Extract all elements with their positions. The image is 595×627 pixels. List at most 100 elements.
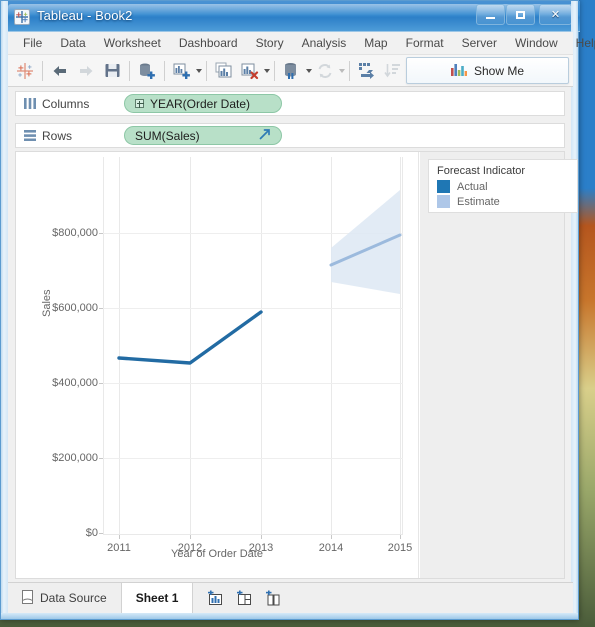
x-tickmark-2013 <box>261 535 262 539</box>
menu-item-dashboard[interactable]: Dashboard <box>170 33 247 53</box>
minimize-button[interactable] <box>476 4 505 25</box>
forward-arrow-icon <box>73 58 99 84</box>
menu-bar: File Data Worksheet Dashboard Story Anal… <box>8 32 595 55</box>
y-tick-4: $800,000 <box>52 227 98 239</box>
y-tick-2: $400,000 <box>52 377 98 389</box>
y-tickmark-2 <box>99 383 103 384</box>
menu-item-data[interactable]: Data <box>51 33 94 53</box>
menu-item-file[interactable]: File <box>14 33 51 53</box>
menu-item-story[interactable]: Story <box>247 33 293 53</box>
plot-area[interactable]: Sales $0 $200,000 $400,000 $600,000 $800… <box>41 157 412 554</box>
y-tickmark-3 <box>99 308 103 309</box>
chart-gridlines <box>119 157 401 535</box>
tab-sheet-1-label: Sheet 1 <box>135 591 179 605</box>
tableau-logo-icon[interactable] <box>12 58 38 84</box>
legend-label-estimate: Estimate <box>457 195 500 208</box>
toolbar-separator <box>349 60 350 81</box>
new-data-source-icon[interactable] <box>134 58 160 84</box>
toolbar-separator <box>274 60 275 81</box>
tab-data-source[interactable]: Data Source <box>8 583 122 613</box>
legend-swatch-actual <box>437 180 450 193</box>
legend-label-actual: Actual <box>457 180 488 193</box>
window-bottom-edge <box>1 613 578 619</box>
toolbar-separator <box>129 60 130 81</box>
tableau-app-icon <box>14 9 30 25</box>
title-bar: Tableau - Book2 ✕ <box>1 1 580 32</box>
toolbar-separator <box>164 60 165 81</box>
sort-ascending-icon <box>380 58 406 84</box>
x-tickmark-2015 <box>400 535 401 539</box>
new-story-tab-icon[interactable] <box>265 590 282 606</box>
rows-icon <box>24 130 36 141</box>
show-me-label: Show Me <box>473 63 525 78</box>
y-tickmark-4 <box>99 233 103 234</box>
tableau-window: Tableau - Book2 ✕ File Data Worksheet Da… <box>0 0 595 620</box>
toolbar-separator <box>206 60 207 81</box>
new-dashboard-tab-icon[interactable] <box>236 590 253 606</box>
menu-item-map[interactable]: Map <box>355 33 396 53</box>
x-tickmark-2012 <box>190 535 191 539</box>
columns-shelf[interactable]: Columns YEAR(Order Date) <box>15 91 565 116</box>
menu-item-analysis[interactable]: Analysis <box>293 33 356 53</box>
y-tick-3: $600,000 <box>52 302 98 314</box>
clear-sheet-dropdown-caret-icon[interactable] <box>264 68 270 73</box>
refresh-dropdown-caret-icon <box>339 68 345 73</box>
close-button[interactable]: ✕ <box>539 4 572 25</box>
back-arrow-icon[interactable] <box>47 58 73 84</box>
new-worksheet-dropdown-caret-icon[interactable] <box>196 68 202 73</box>
menu-item-worksheet[interactable]: Worksheet <box>95 33 170 53</box>
show-me-bars-icon <box>450 62 467 79</box>
window-left-edge <box>1 1 8 619</box>
window-title: Tableau - Book2 <box>37 8 133 23</box>
x-tickmark-2011 <box>119 535 120 539</box>
forecast-arrow-icon <box>259 128 271 143</box>
columns-label: Columns <box>42 96 90 111</box>
new-worksheet-tab-icon[interactable] <box>207 590 224 606</box>
window-right-edge <box>571 1 578 619</box>
line-chart-svg <box>103 157 403 535</box>
legend-item-actual[interactable]: Actual <box>437 180 569 193</box>
rows-label: Rows <box>42 128 73 143</box>
refresh-icon <box>312 58 338 84</box>
y-tick-0: $0 <box>85 527 98 539</box>
menu-item-format[interactable]: Format <box>397 33 453 53</box>
pill-columns-label: YEAR(Order Date) <box>150 96 251 111</box>
y-tickmark-0 <box>99 533 103 534</box>
data-source-icon <box>22 589 33 607</box>
tab-data-source-label: Data Source <box>40 591 107 605</box>
menu-item-server[interactable]: Server <box>453 33 506 53</box>
pill-sum-sales[interactable]: SUM(Sales) <box>124 126 282 145</box>
show-me-button[interactable]: Show Me <box>406 57 569 84</box>
legend-item-estimate[interactable]: Estimate <box>437 195 569 208</box>
save-icon[interactable] <box>99 58 125 84</box>
clear-sheet-icon[interactable] <box>237 58 263 84</box>
maximize-button[interactable] <box>506 4 535 25</box>
worksheet-view: Sales $0 $200,000 $400,000 $600,000 $800… <box>15 151 578 579</box>
menu-item-window[interactable]: Window <box>506 33 567 53</box>
y-tickmark-1 <box>99 458 103 459</box>
tab-sheet-1[interactable]: Sheet 1 <box>121 583 194 613</box>
legend-swatch-estimate <box>437 195 450 208</box>
y-tick-1: $200,000 <box>52 452 98 464</box>
pill-year-order-date[interactable]: YEAR(Order Date) <box>124 94 282 113</box>
columns-shelf-label-group: Columns <box>16 97 124 111</box>
rows-shelf-label-group: Rows <box>16 129 124 143</box>
pause-updates-icon[interactable] <box>279 58 305 84</box>
x-tickmark-2014 <box>331 535 332 539</box>
pill-rows-label: SUM(Sales) <box>135 128 200 143</box>
toolbar: Show Me <box>8 55 573 87</box>
chart-pane: Sales $0 $200,000 $400,000 $600,000 $800… <box>16 152 419 578</box>
columns-icon <box>24 98 36 109</box>
forecast-confidence-band <box>331 190 400 294</box>
plus-box-icon[interactable] <box>135 99 144 108</box>
duplicate-sheet-icon[interactable] <box>211 58 237 84</box>
new-object-buttons <box>193 583 296 613</box>
new-worksheet-icon[interactable] <box>169 58 195 84</box>
toolbar-separator <box>42 60 43 81</box>
rows-shelf[interactable]: Rows SUM(Sales) <box>15 123 565 148</box>
forecast-indicator-legend[interactable]: Forecast Indicator Actual Estimate <box>428 159 578 213</box>
x-axis-title: Year of Order Date <box>171 548 263 560</box>
worksheet-tab-bar: Data Source Sheet 1 <box>8 582 573 613</box>
swap-rows-columns-icon[interactable] <box>354 58 380 84</box>
menu-item-help[interactable]: Help <box>567 33 595 53</box>
